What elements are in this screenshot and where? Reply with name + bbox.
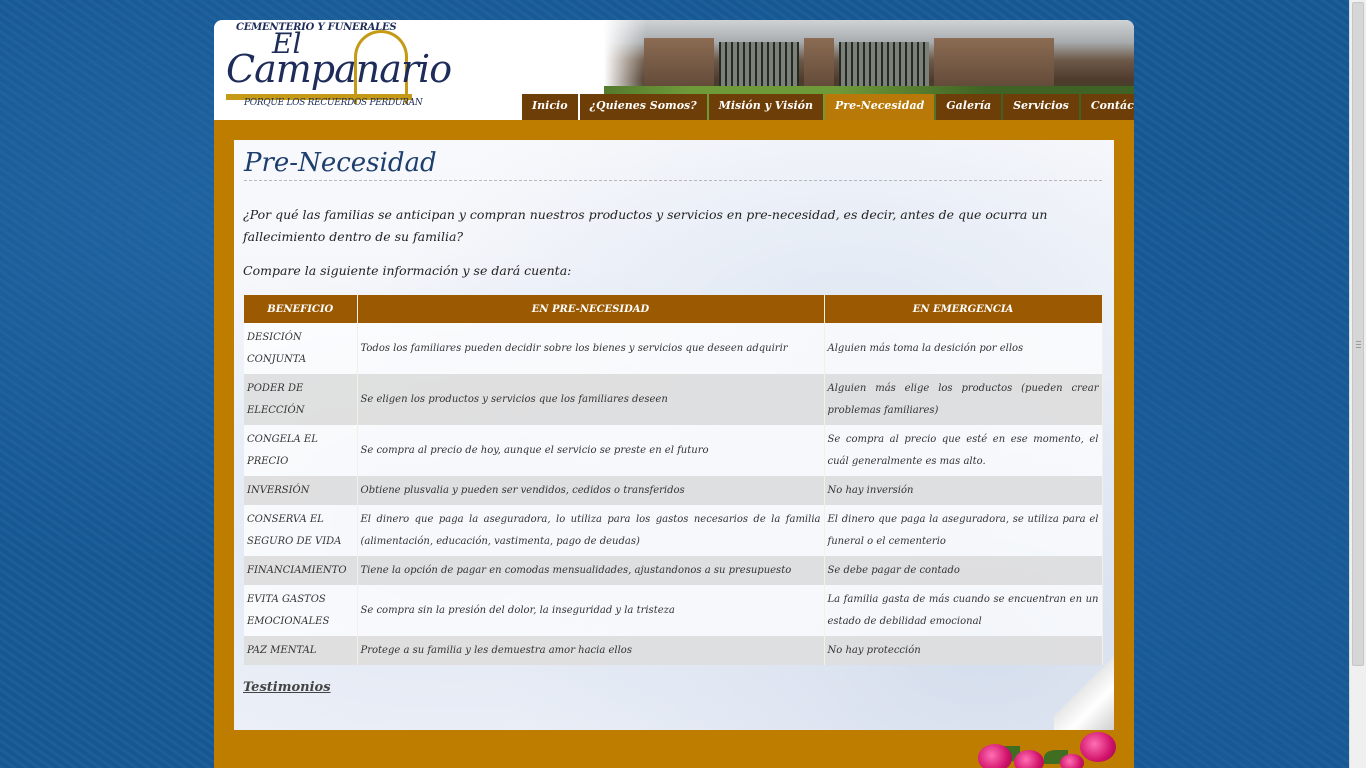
intro-text: ¿Por qué las familias se anticipan y com… (243, 207, 1048, 244)
flower-icon (978, 744, 1012, 768)
table-row: CONGELA EL PRECIO Se compra al precio de… (244, 425, 1103, 476)
nav-pre-necesidad[interactable]: Pre-Necesidad (825, 94, 935, 120)
nav-quienes-somos[interactable]: ¿Quienes Somos? (579, 94, 707, 120)
site-wrapper: CEMENTERIO Y FUNERALES El Campanario POR… (214, 20, 1134, 768)
pre-necesidad-cell: Se compra al precio de hoy, aunque el se… (357, 425, 825, 476)
flower-icon (1014, 750, 1044, 768)
emergencia-cell: Se compra al precio que esté en ese mome… (824, 425, 1103, 476)
table-row: PAZ MENTAL Protege a su familia y les de… (244, 636, 1103, 665)
table-row: PODER DE ELECCIÓN Se eligen los producto… (244, 374, 1103, 425)
benefit-cell: EVITA GASTOS EMOCIONALES (244, 585, 358, 636)
nav-servicios[interactable]: Servicios (1003, 94, 1079, 120)
benefit-cell: CONSERVA EL SEGURO DE VIDA (244, 505, 358, 556)
emergencia-cell: Alguien más elige los productos (pueden … (824, 374, 1103, 425)
page-title: Pre-Necesidad (244, 148, 1102, 181)
emergencia-cell: No hay inversión (824, 476, 1103, 505)
nav-inicio[interactable]: Inicio (522, 94, 578, 120)
table-row: EVITA GASTOS EMOCIONALES Se compra sin l… (244, 585, 1103, 636)
pre-necesidad-cell: Obtiene plusvalia y pueden ser vendidos,… (357, 476, 825, 505)
flower-icon (1080, 732, 1116, 762)
nav-mision-vision[interactable]: Misión y Visión (708, 94, 824, 120)
logo-wordmark[interactable]: Campanario (226, 50, 452, 88)
pre-necesidad-cell: Protege a su familia y les demuestra amo… (357, 636, 825, 665)
scrollbar-thumb[interactable] (1352, 2, 1364, 666)
pre-necesidad-cell: El dinero que paga la aseguradora, lo ut… (357, 505, 825, 556)
table-row: CONSERVA EL SEGURO DE VIDA El dinero que… (244, 505, 1103, 556)
emergencia-cell: Alguien más toma la desición por ellos (824, 323, 1103, 374)
logo-tagline: CEMENTERIO Y FUNERALES (236, 22, 397, 33)
emergencia-cell: Se debe pagar de contado (824, 556, 1103, 585)
nav-galeria[interactable]: Galería (936, 94, 1002, 120)
flowers-decoration (974, 720, 1134, 768)
nav-contactenos[interactable]: Contáctenos (1080, 94, 1134, 120)
scrollbar-grip-icon (1356, 341, 1361, 349)
emergencia-cell: El dinero que paga la aseguradora, se ut… (824, 505, 1103, 556)
benefit-cell: INVERSIÓN (244, 476, 358, 505)
emergencia-cell: La familia gasta de más cuando se encuen… (824, 585, 1103, 636)
pre-necesidad-cell: Se compra sin la presión del dolor, la i… (357, 585, 825, 636)
table-row: DESICIÓN CONJUNTA Todos los familiares p… (244, 323, 1103, 374)
page-scrollbar[interactable] (1349, 0, 1366, 768)
content-panel: Pre-Necesidad ¿Por qué las familias se a… (234, 140, 1114, 730)
benefit-cell: CONGELA EL PRECIO (244, 425, 358, 476)
main-nav: Inicio ¿Quienes Somos? Misión y Visión P… (522, 94, 1134, 120)
testimonios-link[interactable]: Testimonios (243, 680, 331, 695)
benefit-cell: PODER DE ELECCIÓN (244, 374, 358, 425)
table-header-row: BENEFICIO EN PRE-NECESIDAD EN EMERGENCIA (244, 295, 1103, 323)
header-emergencia: EN EMERGENCIA (824, 295, 1103, 323)
pre-necesidad-cell: Tiene la opción de pagar en comodas mens… (357, 556, 825, 585)
benefit-cell: PAZ MENTAL (244, 636, 358, 665)
flower-icon (1060, 754, 1084, 768)
benefit-cell: FINANCIAMIENTO (244, 556, 358, 585)
content-band: Pre-Necesidad ¿Por qué las familias se a… (214, 120, 1134, 768)
table-row: INVERSIÓN Obtiene plusvalia y pueden ser… (244, 476, 1103, 505)
table-row: FINANCIAMIENTO Tiene la opción de pagar … (244, 556, 1103, 585)
header-pre-necesidad: EN PRE-NECESIDAD (357, 295, 825, 323)
pre-necesidad-cell: Todos los familiares pueden decidir sobr… (357, 323, 825, 374)
logo-slogan: PORQUE LOS RECUERDOS PERDURAN (244, 98, 423, 108)
emergencia-cell: No hay protección (824, 636, 1103, 665)
compare-text: Compare la siguiente información y se da… (243, 263, 572, 278)
site-header: CEMENTERIO Y FUNERALES El Campanario POR… (214, 20, 1134, 120)
benefit-cell: DESICIÓN CONJUNTA (244, 323, 358, 374)
header-beneficio: BENEFICIO (244, 295, 358, 323)
benefits-table: BENEFICIO EN PRE-NECESIDAD EN EMERGENCIA… (244, 295, 1103, 665)
pre-necesidad-cell: Se eligen los productos y servicios que … (357, 374, 825, 425)
